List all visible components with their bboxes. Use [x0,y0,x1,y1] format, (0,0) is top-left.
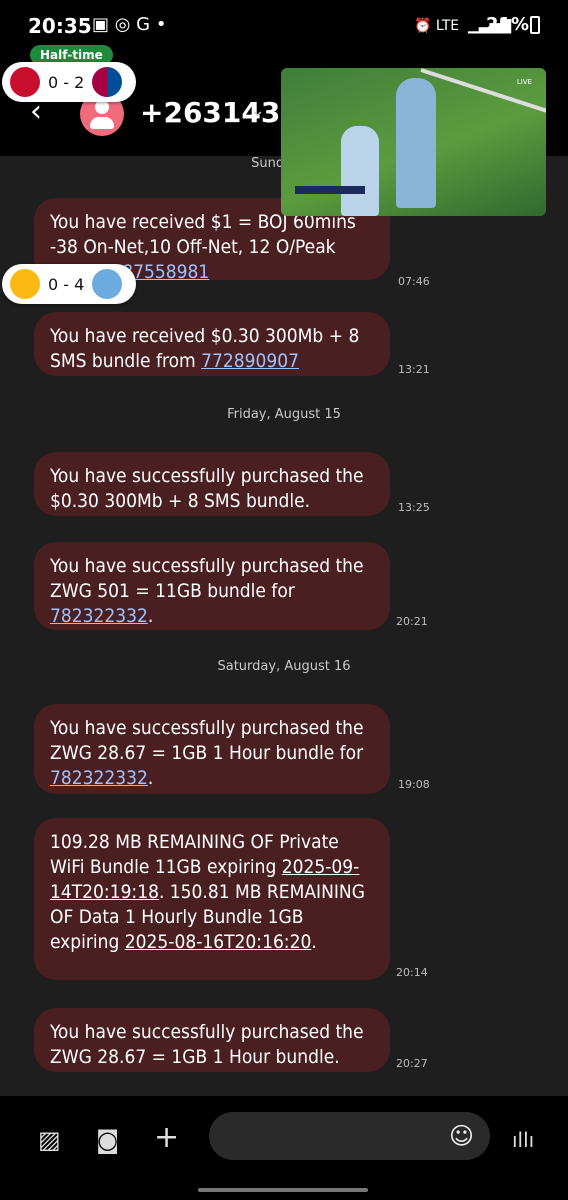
voice-icon[interactable]: ıllı [512,1128,534,1152]
message-text: You have successfully purchased the $0.3… [50,465,364,512]
message-time: 20:21 [396,615,428,628]
team-crest-icon [92,67,123,97]
date-divider: Friday, August 15 [227,407,341,422]
message-text: You have successfully purchased the ZWG … [50,717,364,764]
plus-icon[interactable]: + [154,1120,179,1155]
phone-link[interactable]: 782322332 [50,605,148,627]
phone-link[interactable]: 772890907 [201,350,299,372]
emoji-icon[interactable]: ☺ [449,1122,474,1150]
player-figure [396,78,436,208]
image-icon[interactable]: ▨ [38,1126,61,1154]
message-bubble[interactable]: You have received $0.30 300Mb + 8 SMS bu… [34,312,390,376]
message-bubble[interactable]: You have successfully purchased the $0.3… [34,452,390,516]
score: 0 - 2 [48,72,85,92]
composer-bar: ▨ ◙ + ☺ ıllı [0,1096,568,1200]
message-time: 13:21 [398,363,430,376]
score: 0 - 4 [48,274,85,294]
status-time: 20:35 [28,14,92,38]
player-figure [341,126,379,216]
phone-link[interactable]: 782322332 [50,767,148,789]
message-bubble[interactable]: You have successfully purchased the ZWG … [34,1008,390,1072]
battery-icon [530,16,540,34]
message-text-end: . [311,931,317,953]
notification-icons: ▣ ◎ G • [92,14,167,35]
message-time: 07:46 [398,275,430,288]
camera-icon[interactable]: ◙ [96,1126,119,1154]
date-divider: Saturday, August 16 [217,659,351,674]
message-text: You have successfully purchased the ZWG … [50,555,364,602]
live-score-chip[interactable]: 0 - 2 [2,62,137,102]
score-bug [295,186,365,194]
team-crest-icon [10,67,40,97]
chevron-down-icon[interactable]: ⌄ [250,100,265,121]
message-text: You have successfully purchased the ZWG … [50,1021,364,1068]
live-label: LIVE [516,78,532,86]
message-time: 13:25 [398,501,430,514]
pitch-line [420,68,546,125]
live-score-chip[interactable]: 0 - 4 [2,264,137,304]
team-crest-icon [92,269,123,299]
message-time: 20:27 [396,1057,428,1070]
message-bubble[interactable]: You have successfully purchased the ZWG … [34,704,390,794]
date-link[interactable]: 2025-08-16T20:16:20 [125,931,312,953]
message-bubble[interactable]: You have successfully purchased the ZWG … [34,542,390,630]
message-time: 20:14 [396,966,428,979]
battery-percent: 21% [486,14,530,35]
message-text-end: . [147,605,154,627]
message-input[interactable]: ☺ [209,1112,490,1160]
message-bubble[interactable]: 109.28 MB REMAINING OF Private WiFi Bund… [34,818,390,980]
team-crest-icon [10,269,40,299]
gesture-handle [198,1188,368,1192]
alarm-lte-icons: ⏰ LTE [414,18,460,34]
message-text-end: . [147,767,154,789]
message-time: 19:08 [398,778,430,791]
video-overlay[interactable]: LIVE [281,68,546,216]
